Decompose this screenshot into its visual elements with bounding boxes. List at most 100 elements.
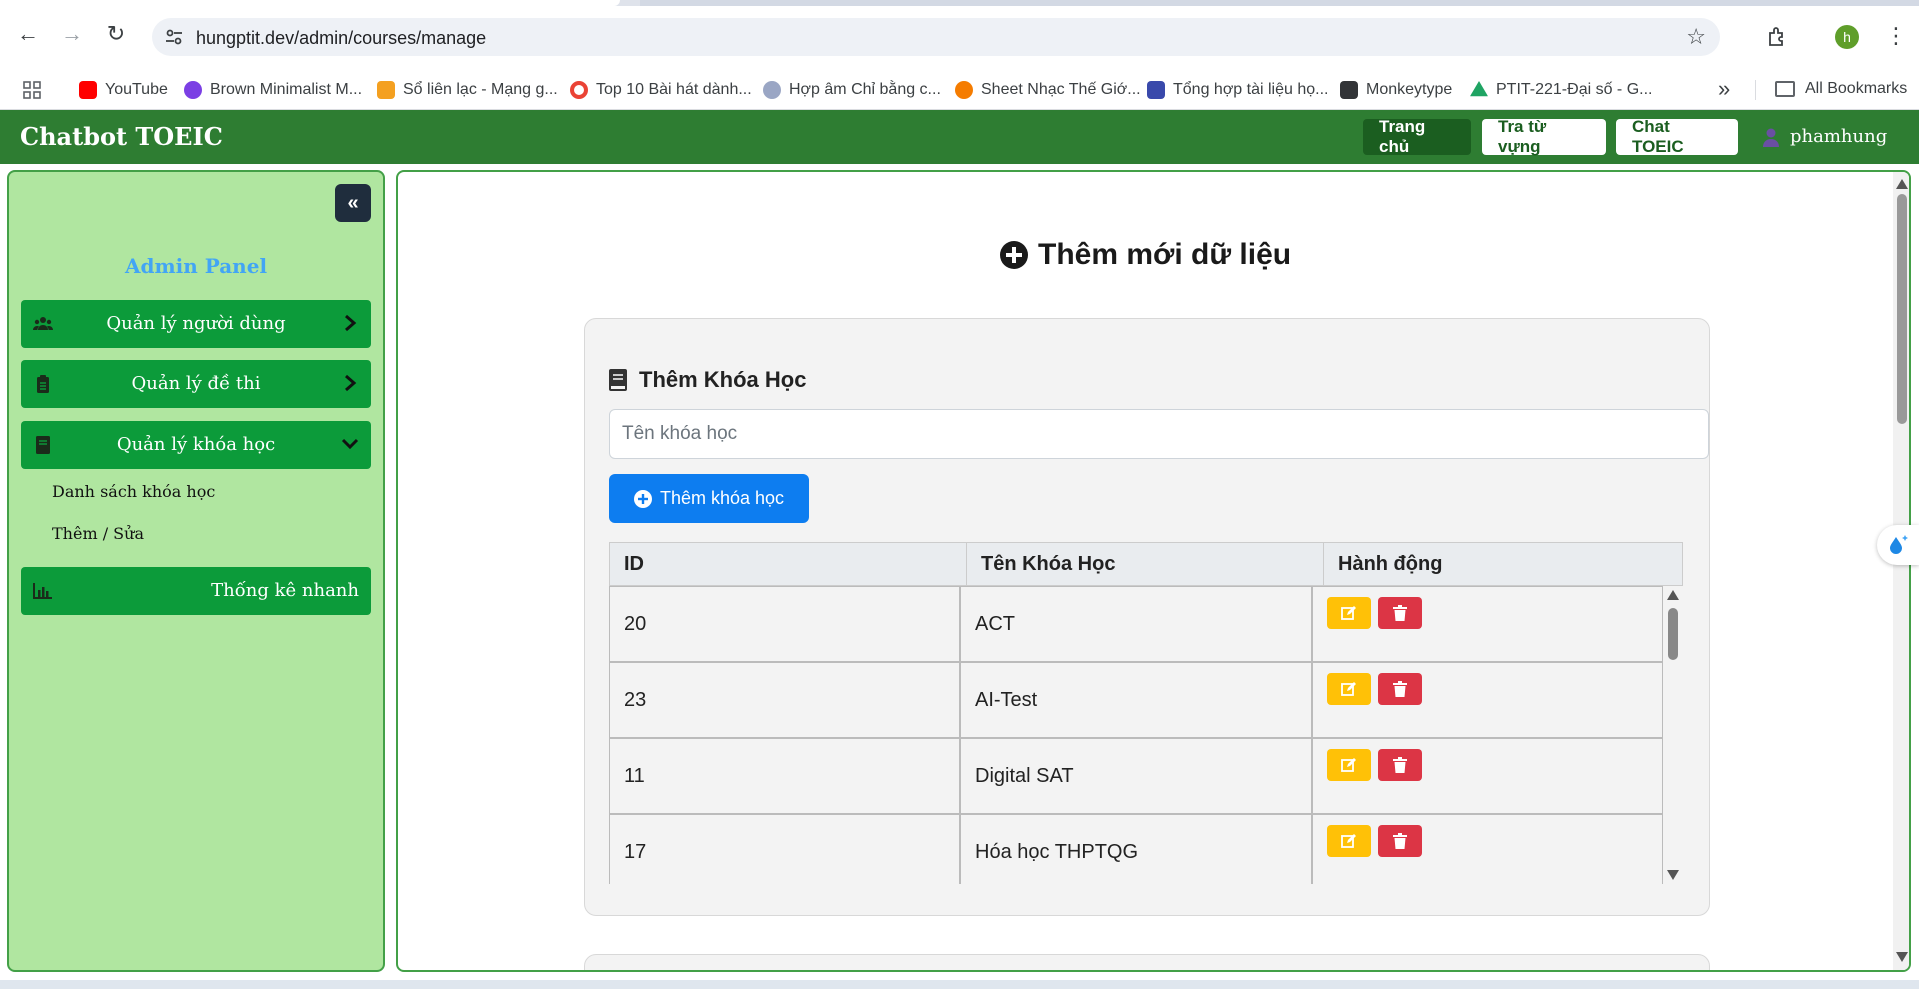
content-scrollbar[interactable] [1893,172,1909,970]
column-header-name[interactable]: Tên Khóa Học [967,543,1324,585]
sidebar-item-exams[interactable]: Quản lý đề thi [21,360,371,408]
add-course-card: Thêm Khóa Học Thêm khóa học ID Tên Khóa … [584,318,1710,916]
school-icon [377,81,395,99]
bookmark-monkeytype[interactable]: Monkeytype [1340,80,1452,100]
book-icon [36,436,50,454]
url-text[interactable]: hungptit.dev/admin/courses/manage [196,28,486,49]
site-settings-icon[interactable] [164,27,184,47]
delete-button[interactable] [1378,597,1422,629]
edit-button[interactable] [1327,673,1371,705]
bookmark-sheet-nhac[interactable]: Sheet Nhạc Thế Giớ... [955,80,1141,100]
bookmark-brown-minimalist[interactable]: Brown Minimalist M... [184,80,362,100]
nav-home-button[interactable]: Trang chủ [1363,117,1471,156]
table-body[interactable]: 20 ACT 23 AI-Test 11 Digital SAT 17 Hóa … [609,586,1683,884]
extensions-icon[interactable] [1766,25,1790,49]
sidebar-item-users[interactable]: Quản lý người dùng [21,300,371,348]
sidebar-item-label: Quản lý đề thi [131,373,261,394]
reload-icon[interactable]: ↻ [102,20,130,48]
bookmark-star-icon[interactable]: ☆ [1686,24,1706,50]
table-scrollbar[interactable] [1665,586,1681,884]
course-name-input[interactable] [609,409,1709,459]
forward-icon[interactable]: → [58,20,86,48]
edit-icon [1341,834,1356,848]
user-menu[interactable]: phamhung [1762,126,1887,147]
trash-icon [1393,681,1407,697]
delete-button[interactable] [1378,673,1422,705]
brand-logo[interactable]: Chatbot TOEIC [20,122,223,151]
bookmark-top10[interactable]: Top 10 Bài hát dành... [570,80,752,100]
edit-button[interactable] [1327,749,1371,781]
bookmark-tong-hop[interactable]: Tổng hợp tài liệu họ... [1147,80,1328,100]
app-navbar: Chatbot TOEIC Trang chủ Tra từ vựng Chat… [0,110,1919,164]
cell-actions [1312,738,1663,814]
music-sheet-icon [955,81,973,99]
cell-id: 17 [609,814,960,884]
browser-toolbar: ← → ↻ hungptit.dev/admin/courses/manage … [0,6,1919,68]
divider [1755,80,1756,100]
ring-icon [570,81,588,99]
bookmark-ptit[interactable]: PTIT-221-Đại số - G... [1470,80,1652,100]
scroll-thumb[interactable] [1668,608,1678,660]
sidebar-item-label: Quản lý người dùng [106,313,286,334]
browser-menu-icon[interactable]: ⋮ [1885,24,1907,48]
cell-actions [1312,662,1663,738]
edit-button[interactable] [1327,825,1371,857]
table-header: ID Tên Khóa Học Hành động [609,542,1683,586]
clipboard-icon [37,375,49,393]
apps-grid-icon[interactable] [23,81,41,99]
column-header-actions: Hành động [1338,552,1443,575]
bookmarks-bar: YouTube Brown Minimalist M... Sổ liên lạ… [0,68,1919,110]
profile-avatar[interactable]: h [1835,25,1859,49]
floating-extension-button[interactable] [1877,525,1919,565]
back-icon[interactable]: ← [14,20,42,48]
document-icon [1147,81,1165,99]
scroll-thumb[interactable] [1897,194,1907,424]
all-bookmarks[interactable]: All Bookmarks [1775,80,1907,98]
scroll-up-arrow-icon[interactable] [1667,590,1679,600]
sidebar-item-stats[interactable]: Thống kê nhanh [21,567,371,615]
username: phamhung [1790,126,1888,147]
bookmark-so-lien-lac[interactable]: Sổ liên lạc - Mạng g... [377,80,558,100]
table-row: 11 Digital SAT [609,738,1663,814]
cell-name: Digital SAT [960,738,1312,814]
page-viewport: Chatbot TOEIC Trang chủ Tra từ vựng Chat… [0,110,1919,980]
chevron-right-icon [345,374,357,392]
chevron-down-icon [341,438,359,450]
page-title: Thêm mới dữ liệu [1000,238,1291,272]
sidebar-item-label: Thống kê nhanh [211,580,359,601]
delete-button[interactable] [1378,825,1422,857]
scroll-down-arrow-icon[interactable] [1667,870,1679,880]
card-title: Thêm Khóa Học [609,367,806,393]
cell-name: ACT [960,586,1312,662]
google-drive-icon [1470,81,1488,97]
nav-vocab-button[interactable]: Tra từ vựng [1482,117,1606,156]
cell-actions [1312,814,1663,884]
address-bar[interactable]: hungptit.dev/admin/courses/manage ☆ [152,18,1720,56]
add-course-button[interactable]: Thêm khóa học [609,474,809,523]
delete-button[interactable] [1378,749,1422,781]
sidebar-subitem-add-edit[interactable]: Thêm / Sửa [52,524,144,543]
main-content: Thêm mới dữ liệu Thêm Khóa Học Thêm khóa… [396,170,1911,972]
water-drop-icon [1890,535,1908,554]
edit-icon [1341,606,1356,620]
folder-icon [1775,81,1795,97]
cell-id: 20 [609,586,960,662]
bookmark-hop-am[interactable]: Hợp âm Chỉ bằng c... [763,80,941,100]
table-row: 23 AI-Test [609,662,1663,738]
cell-id: 11 [609,738,960,814]
scroll-down-arrow-icon[interactable] [1896,952,1908,962]
more-bookmarks-icon[interactable]: » [1718,76,1730,102]
nav-chat-button[interactable]: Chat TOEIC [1616,117,1738,156]
scroll-up-arrow-icon[interactable] [1896,179,1908,189]
double-chevron-left-icon[interactable]: « [335,184,371,222]
sidebar-item-label: Quản lý khóa học [116,434,276,455]
edit-button[interactable] [1327,597,1371,629]
chevron-right-icon [345,314,357,332]
cell-actions [1312,586,1663,662]
chart-icon [33,583,52,599]
trash-icon [1393,757,1407,773]
column-header-id[interactable]: ID [610,543,967,585]
sidebar-item-courses[interactable]: Quản lý khóa học [21,421,371,469]
bookmark-youtube[interactable]: YouTube [79,80,168,100]
sidebar-subitem-course-list[interactable]: Danh sách khóa học [52,482,215,501]
